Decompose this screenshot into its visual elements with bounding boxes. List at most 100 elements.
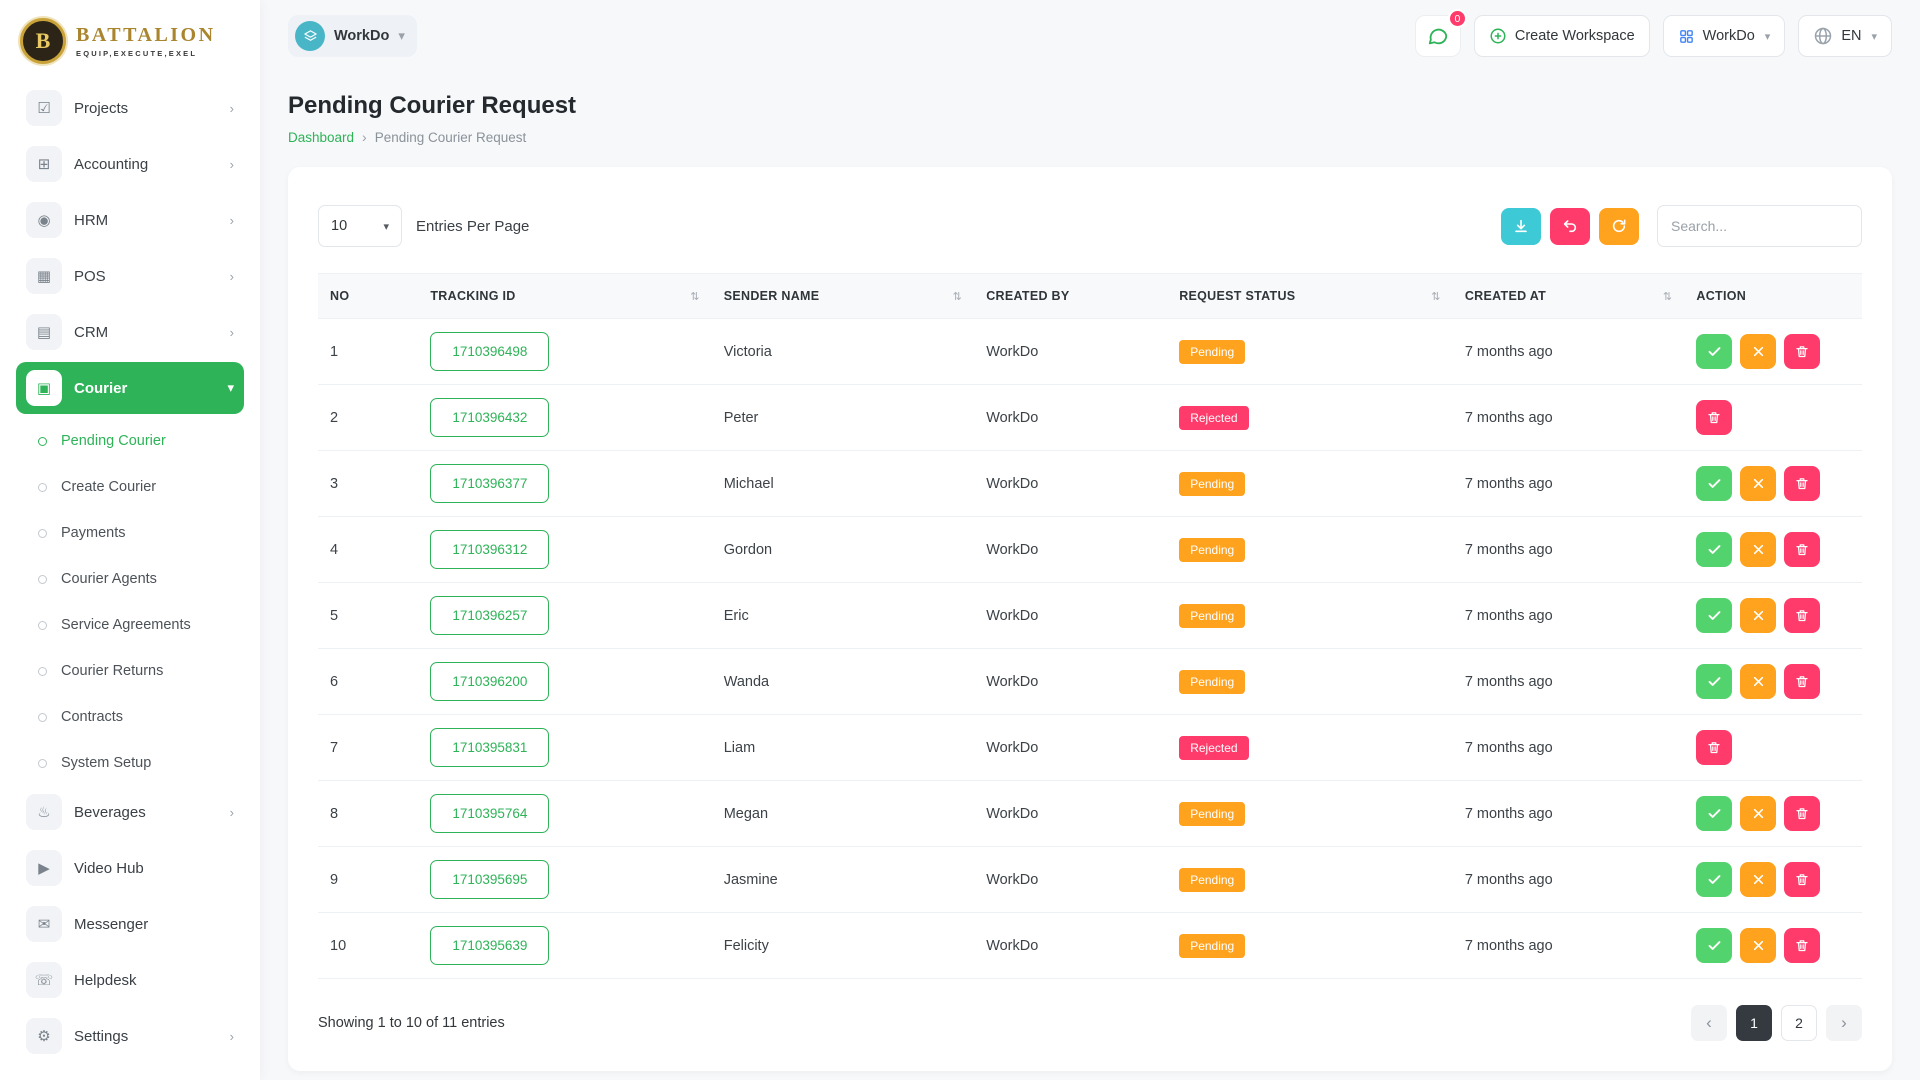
tracking-id-button[interactable]: 1710395639 [430,926,549,965]
trash-icon [1795,806,1809,821]
trash-icon [1795,872,1809,887]
sidebar-item-crm[interactable]: ▤CRM› [16,306,244,358]
workdo-menu[interactable]: WorkDo ▾ [1663,15,1786,57]
approve-button[interactable] [1696,466,1732,501]
cell-created-by: WorkDo [974,517,1167,583]
column-header-request-status[interactable]: REQUEST STATUS⇅ [1167,274,1453,319]
approve-button[interactable] [1696,532,1732,567]
breadcrumb-dashboard-link[interactable]: Dashboard [288,130,354,145]
sidebar-subitem-contracts[interactable]: Contracts [16,694,244,740]
cell-sender-name: Victoria [712,319,974,385]
table-row: 51710396257EricWorkDoPending7 months ago [318,583,1862,649]
check-icon [1707,938,1722,953]
approve-button[interactable] [1696,796,1732,831]
reject-button[interactable] [1740,796,1776,831]
create-workspace-button[interactable]: Create Workspace [1474,15,1650,57]
sidebar-item-messenger[interactable]: ✉Messenger [16,898,244,950]
tracking-id-button[interactable]: 1710396257 [430,596,549,635]
delete-button[interactable] [1784,862,1820,897]
reject-button[interactable] [1740,334,1776,369]
brand-logo[interactable]: B BATTALION EQUIP,EXECUTE,EXEL [16,10,244,72]
cell-created-by: WorkDo [974,319,1167,385]
table-controls: 10 ▾ Entries Per Page [318,205,1862,247]
search-input[interactable] [1657,205,1862,247]
delete-button[interactable] [1784,598,1820,633]
reject-button[interactable] [1740,532,1776,567]
tracking-id-button[interactable]: 1710396377 [430,464,549,503]
sidebar-item-settings[interactable]: ⚙Settings› [16,1010,244,1062]
sidebar-item-accounting[interactable]: ⊞Accounting› [16,138,244,190]
prev-page-button[interactable]: ‹ [1691,1005,1727,1041]
delete-button[interactable] [1784,664,1820,699]
delete-button[interactable] [1696,730,1732,765]
approve-button[interactable] [1696,928,1732,963]
cell-created-at: 7 months ago [1453,715,1685,781]
messages-button[interactable]: 0 [1415,15,1461,57]
approve-button[interactable] [1696,334,1732,369]
cell-no: 3 [318,451,418,517]
column-header-created-at[interactable]: CREATED AT⇅ [1453,274,1685,319]
workspace-selector[interactable]: WorkDo ▾ [288,15,417,57]
sidebar-subitem-courier-returns[interactable]: Courier Returns [16,648,244,694]
delete-button[interactable] [1784,796,1820,831]
messenger-icon: ✉ [26,906,62,942]
tracking-id-button[interactable]: 1710396432 [430,398,549,437]
reject-button[interactable] [1740,598,1776,633]
cell-action [1684,649,1862,715]
tracking-id-button[interactable]: 1710396200 [430,662,549,701]
tracking-id-button[interactable]: 1710395764 [430,794,549,833]
sidebar-item-projects[interactable]: ☑Projects› [16,82,244,134]
sidebar-subitem-system-setup[interactable]: System Setup [16,740,244,786]
reject-button[interactable] [1740,664,1776,699]
sidebar-subitem-pending-courier[interactable]: Pending Courier [16,418,244,464]
tracking-id-button[interactable]: 1710395831 [430,728,549,767]
approve-button[interactable] [1696,598,1732,633]
sort-icon[interactable]: ⇅ [953,290,963,303]
status-badge: Rejected [1179,736,1248,760]
export-button[interactable] [1501,208,1541,245]
table-row: 11710396498VictoriaWorkDoPending7 months… [318,319,1862,385]
next-page-button[interactable]: › [1826,1005,1862,1041]
column-header-tracking-id[interactable]: TRACKING ID⇅ [418,274,711,319]
tracking-id-button[interactable]: 1710395695 [430,860,549,899]
sidebar-item-helpdesk[interactable]: ☏Helpdesk [16,954,244,1006]
sidebar-item-beverages[interactable]: ♨Beverages› [16,786,244,838]
content: Pending Courier Request Dashboard › Pend… [260,72,1920,1080]
sidebar-subitem-create-courier[interactable]: Create Courier [16,464,244,510]
sidebar-subitem-payments[interactable]: Payments [16,510,244,556]
x-icon [1752,807,1765,820]
reject-button[interactable] [1740,466,1776,501]
reload-button[interactable] [1599,208,1639,245]
reset-button[interactable] [1550,208,1590,245]
tracking-id-button[interactable]: 1710396312 [430,530,549,569]
language-selector[interactable]: EN ▾ [1798,15,1892,57]
reject-button[interactable] [1740,928,1776,963]
delete-button[interactable] [1784,532,1820,567]
delete-button[interactable] [1784,466,1820,501]
sidebar-item-pos[interactable]: ▦POS› [16,250,244,302]
status-badge: Pending [1179,604,1245,628]
subitem-label: System Setup [61,755,151,771]
approve-button[interactable] [1696,664,1732,699]
sidebar-subitem-courier-agents[interactable]: Courier Agents [16,556,244,602]
sidebar-item-video-hub[interactable]: ▶Video Hub [16,842,244,894]
page-button-1[interactable]: 1 [1736,1005,1772,1041]
sort-icon[interactable]: ⇅ [1431,290,1441,303]
sidebar-item-hrm[interactable]: ◉HRM› [16,194,244,246]
entries-per-page-select[interactable]: 10 ▾ [318,205,402,247]
tracking-id-button[interactable]: 1710396498 [430,332,549,371]
sort-icon[interactable]: ⇅ [690,290,700,303]
sidebar-item-courier[interactable]: ▣Courier▾ [16,362,244,414]
reject-button[interactable] [1740,862,1776,897]
cell-created-by: WorkDo [974,847,1167,913]
sort-icon[interactable]: ⇅ [1663,290,1673,303]
chevron-right-icon: › [230,1029,234,1044]
sidebar-subitem-service-agreements[interactable]: Service Agreements [16,602,244,648]
approve-button[interactable] [1696,862,1732,897]
cell-tracking-id: 1710395831 [418,715,711,781]
delete-button[interactable] [1784,334,1820,369]
delete-button[interactable] [1696,400,1732,435]
delete-button[interactable] [1784,928,1820,963]
page-button-2[interactable]: 2 [1781,1005,1817,1041]
column-header-sender-name[interactable]: SENDER NAME⇅ [712,274,974,319]
